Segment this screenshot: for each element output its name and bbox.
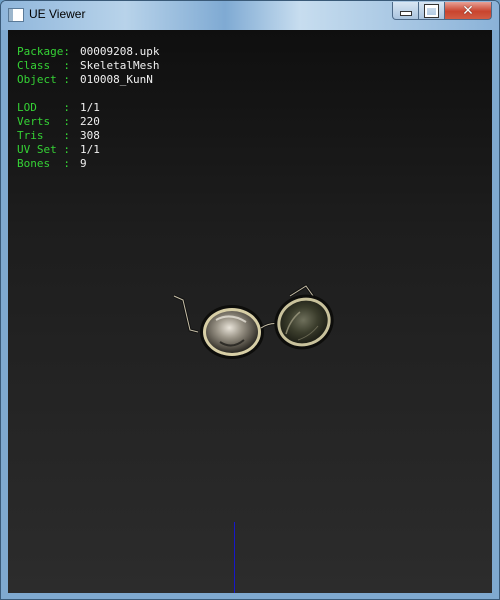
- info-value: 00009208.upk: [80, 45, 160, 58]
- info-value: 220: [80, 115, 100, 128]
- info-label: LOD :: [17, 101, 70, 114]
- maximize-button[interactable]: [419, 2, 445, 20]
- info-value: 010008_KunN: [80, 73, 153, 86]
- maximize-icon: [424, 3, 439, 18]
- info-label: Bones :: [17, 157, 70, 170]
- title-bar[interactable]: UE Viewer ✕: [1, 1, 499, 30]
- window-title: UE Viewer: [29, 7, 86, 21]
- info-value: 308: [80, 129, 100, 142]
- info-lod: LOD : 1/1: [17, 101, 159, 115]
- info-label: UV Set :: [17, 143, 70, 156]
- mesh-info-overlay: Package: 00009208.upk Class : SkeletalMesh…: [17, 45, 159, 171]
- minimize-icon: [399, 11, 412, 16]
- info-uvset: UV Set : 1/1: [17, 143, 159, 157]
- minimize-button[interactable]: [392, 2, 419, 20]
- info-value: SkeletalMesh: [80, 59, 160, 72]
- info-package: Package: 00009208.upk: [17, 45, 159, 59]
- axis-line: [234, 522, 235, 593]
- right-lens: [274, 294, 334, 350]
- mesh-viewport[interactable]: Package: 00009208.upk Class : SkeletalMesh…: [8, 30, 492, 593]
- left-lens: [200, 305, 264, 359]
- info-label: Verts :: [17, 115, 70, 128]
- app-window: UE Viewer ✕ Package: 00009208.upk Class :…: [0, 0, 500, 600]
- info-tris: Tris : 308: [17, 129, 159, 143]
- info-label: Tris :: [17, 129, 70, 142]
- close-button[interactable]: ✕: [445, 2, 492, 20]
- left-temple-arm: [173, 294, 199, 334]
- info-value: 1/1: [80, 143, 100, 156]
- app-window-icon[interactable]: [8, 8, 24, 22]
- glasses-mesh[interactable]: [170, 282, 340, 372]
- info-label: Class :: [17, 59, 70, 72]
- info-bones: Bones : 9: [17, 157, 159, 171]
- info-object: Object : 010008_KunN: [17, 73, 159, 87]
- info-verts: Verts : 220: [17, 115, 159, 129]
- close-icon: ✕: [462, 2, 474, 19]
- info-class: Class : SkeletalMesh: [17, 59, 159, 73]
- info-label: Package:: [17, 45, 70, 58]
- info-value: 1/1: [80, 101, 100, 114]
- info-label: Object :: [17, 73, 70, 86]
- info-value: 9: [80, 157, 87, 170]
